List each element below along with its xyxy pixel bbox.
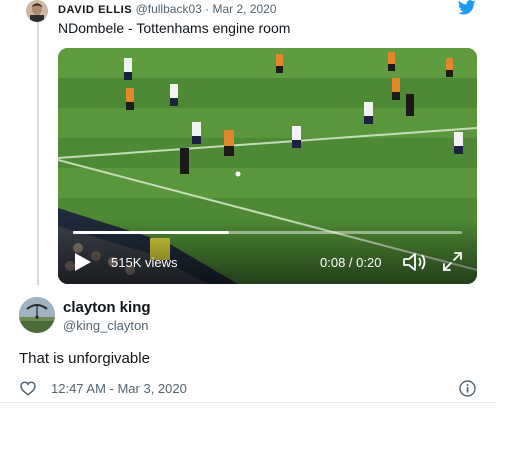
info-icon[interactable] <box>459 380 476 397</box>
twitter-bird-icon[interactable] <box>457 0 476 15</box>
quoted-tweet-header: DAVID ELLIS @fullback03 · Mar 2, 2020 <box>58 2 277 16</box>
quoted-tweet-text: NDombele - Tottenhams engine room <box>58 20 291 36</box>
reply-author-avatar[interactable] <box>19 297 55 333</box>
quoted-author-avatar[interactable] <box>26 0 48 22</box>
reply-tweet-text: That is unforgivable <box>19 350 150 367</box>
video-time: 0:08 / 0:20 <box>320 255 382 270</box>
quoted-author-name[interactable]: DAVID ELLIS <box>58 4 132 16</box>
quoted-tweet-date[interactable]: Mar 2, 2020 <box>212 2 276 16</box>
reply-author-handle[interactable]: @king_clayton <box>63 318 148 333</box>
thread-line <box>37 20 39 285</box>
play-icon[interactable] <box>74 252 92 272</box>
fullscreen-icon[interactable] <box>442 251 463 272</box>
reply-author-name[interactable]: clayton king <box>63 299 151 316</box>
video-progress-fill <box>73 231 229 234</box>
heart-icon[interactable] <box>20 381 36 396</box>
video-progress-track[interactable] <box>73 231 462 234</box>
quoted-author-handle[interactable]: @fullback03 <box>136 2 202 16</box>
video-view-count: 515K views <box>111 255 178 270</box>
tweet-divider <box>0 402 496 403</box>
reply-timestamp[interactable]: 12:47 AM - Mar 3, 2020 <box>51 381 187 396</box>
header-separator: · <box>205 2 210 16</box>
volume-icon[interactable] <box>402 251 428 273</box>
video-player[interactable] <box>58 48 477 284</box>
